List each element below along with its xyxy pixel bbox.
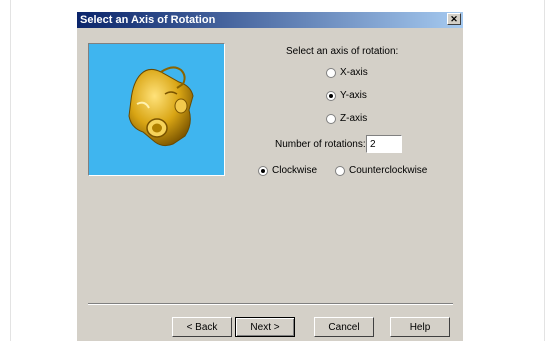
rotations-label: Number of rotations:	[275, 139, 366, 150]
help-button[interactable]: Help	[390, 317, 450, 337]
dialog-titlebar: Select an Axis of Rotation ✕	[77, 12, 463, 28]
x-axis-radio[interactable]	[326, 68, 336, 78]
z-axis-label: Z-axis	[340, 113, 368, 124]
axis-prompt: Select an axis of rotation:	[286, 46, 399, 57]
y-axis-label: Y-axis	[340, 90, 367, 101]
back-button[interactable]: < Back	[172, 317, 232, 337]
rotations-input[interactable]	[366, 135, 402, 153]
button-separator	[88, 303, 453, 305]
page-left-border	[10, 0, 11, 341]
cancel-button[interactable]: Cancel	[314, 317, 374, 337]
rotation-dialog: Select an Axis of Rotation ✕ Select an a…	[77, 12, 463, 341]
z-axis-radio[interactable]	[326, 114, 336, 124]
clockwise-radio[interactable]	[258, 166, 268, 176]
close-icon: ✕	[450, 14, 458, 24]
mechanical-part-image	[128, 66, 194, 147]
next-button[interactable]: Next >	[235, 317, 295, 337]
model-preview	[88, 43, 225, 176]
dialog-title: Select an Axis of Rotation	[80, 14, 216, 26]
close-button[interactable]: ✕	[447, 13, 461, 25]
y-axis-radio[interactable]	[326, 91, 336, 101]
x-axis-label: X-axis	[340, 67, 368, 78]
page-right-border	[544, 0, 545, 341]
clockwise-label: Clockwise	[272, 165, 318, 176]
counterclockwise-radio[interactable]	[335, 166, 345, 176]
counterclockwise-label: Counterclockwise	[349, 165, 428, 176]
